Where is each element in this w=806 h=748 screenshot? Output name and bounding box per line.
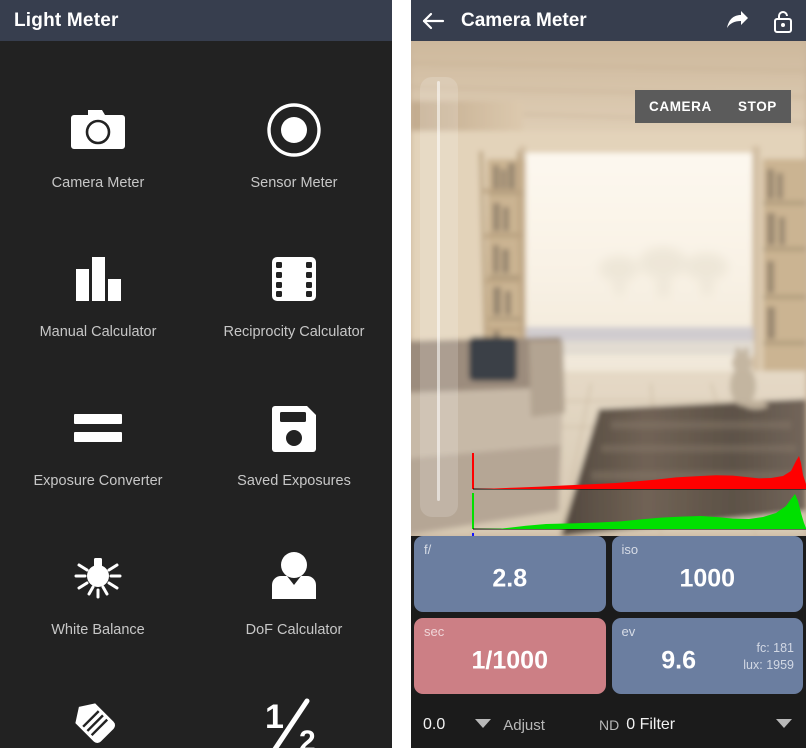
camera-meter-app-panel: Camera Meter CAMERA STOP f/ 2.8 iso 1000… <box>411 0 806 748</box>
adjust-group[interactable]: 0.0 Adjust <box>411 716 581 734</box>
tile-one-half[interactable]: 1 2 <box>196 673 392 748</box>
bottom-control-bar: 0.0 Adjust ND 0 Filter <box>411 702 806 748</box>
card-row-top: f/ 2.8 iso 1000 <box>414 536 803 612</box>
film-strip-icon <box>268 240 320 318</box>
card-key: ev <box>621 624 636 639</box>
card-value: 1/1000 <box>471 646 548 675</box>
card-key: iso <box>621 542 639 557</box>
svg-text:1: 1 <box>265 698 284 736</box>
nd-label: ND <box>599 717 620 733</box>
tile-label: Reciprocity Calculator <box>223 324 365 340</box>
adjust-value: 0.0 <box>423 716 446 733</box>
card-value: 9.6 <box>661 646 696 675</box>
one-half-fraction-icon: 1 2 <box>261 687 327 748</box>
card-value: 2.8 <box>492 564 528 593</box>
tile-dof-calculator[interactable]: DoF Calculator <box>196 524 392 673</box>
light-meter-app-panel: Light Meter Camera Meter Sensor Meter Ma… <box>0 0 392 748</box>
tile-exposure-converter[interactable]: Exposure Converter <box>0 375 196 524</box>
unlocked-padlock-icon[interactable] <box>760 9 806 33</box>
lux-value: lux: 1959 <box>743 658 794 672</box>
shutter-speed-card[interactable]: sec 1/1000 <box>414 618 606 694</box>
feature-grid: Camera Meter Sensor Meter Manual Calcula… <box>0 41 392 748</box>
tile-label: Manual Calculator <box>39 324 157 340</box>
left-appbar: Light Meter <box>0 0 392 41</box>
tile-label: Saved Exposures <box>237 473 351 489</box>
card-value: 1000 <box>679 564 736 593</box>
right-appbar: Camera Meter <box>411 0 806 41</box>
ev-measurements: fc: 181 lux: 1959 <box>743 640 794 674</box>
tile-sensor-meter[interactable]: Sensor Meter <box>196 77 392 226</box>
camera-icon <box>68 91 128 169</box>
tile-saved-exposures[interactable]: Saved Exposures <box>196 375 392 524</box>
person-portrait-icon <box>266 538 322 616</box>
nd-value: 0 Filter <box>626 716 676 733</box>
back-arrow-icon[interactable] <box>411 11 455 31</box>
chevron-down-icon[interactable] <box>475 716 492 734</box>
iso-card[interactable]: iso 1000 <box>611 536 803 612</box>
tile-label: White Balance <box>51 622 145 638</box>
tile-label: Sensor Meter <box>250 175 338 191</box>
bar-chart-icon <box>70 240 126 318</box>
nd-filter-group[interactable]: ND 0 Filter <box>581 716 806 734</box>
card-key: f/ <box>424 542 432 557</box>
card-row-bottom: sec 1/1000 ev 9.6 fc: 181 lux: 1959 <box>414 618 803 694</box>
camera-preview[interactable]: CAMERA STOP <box>411 41 806 536</box>
svg-text:2: 2 <box>299 725 316 748</box>
share-arrow-icon[interactable] <box>714 10 760 32</box>
tile-manual-calculator[interactable]: Manual Calculator <box>0 226 196 375</box>
exposure-readout-cards: f/ 2.8 iso 1000 sec 1/1000 ev 9.6 fc: 18… <box>411 536 806 700</box>
chevron-down-icon[interactable] <box>776 716 792 734</box>
equals-icon <box>72 389 124 467</box>
adjust-label: Adjust <box>503 716 545 734</box>
tile-label: Exposure Converter <box>33 473 163 489</box>
card-key: sec <box>424 624 445 639</box>
page-title: Camera Meter <box>461 9 587 31</box>
panel-divider <box>392 0 411 748</box>
tile-label: Camera Meter <box>51 175 145 191</box>
tag-icon <box>68 687 128 748</box>
aperture-card[interactable]: f/ 2.8 <box>414 536 606 612</box>
tile-white-balance[interactable]: White Balance <box>0 524 196 673</box>
tile-label: DoF Calculator <box>245 622 343 638</box>
foot-candles-value: fc: 181 <box>756 641 794 655</box>
floppy-save-icon <box>268 389 320 467</box>
light-bulb-icon <box>70 538 126 616</box>
sensor-circle-icon <box>265 91 323 169</box>
tile-tag[interactable] <box>0 673 196 748</box>
camera-button[interactable]: CAMERA <box>635 90 726 123</box>
ev-card[interactable]: ev 9.6 fc: 181 lux: 1959 <box>611 618 803 694</box>
tile-reciprocity-calculator[interactable]: Reciprocity Calculator <box>196 226 392 375</box>
page-title: Light Meter <box>14 9 119 31</box>
stop-button[interactable]: STOP <box>724 90 791 123</box>
rgb-histogram <box>472 453 806 536</box>
tile-camera-meter[interactable]: Camera Meter <box>0 77 196 226</box>
exposure-slider-track[interactable] <box>437 81 440 501</box>
